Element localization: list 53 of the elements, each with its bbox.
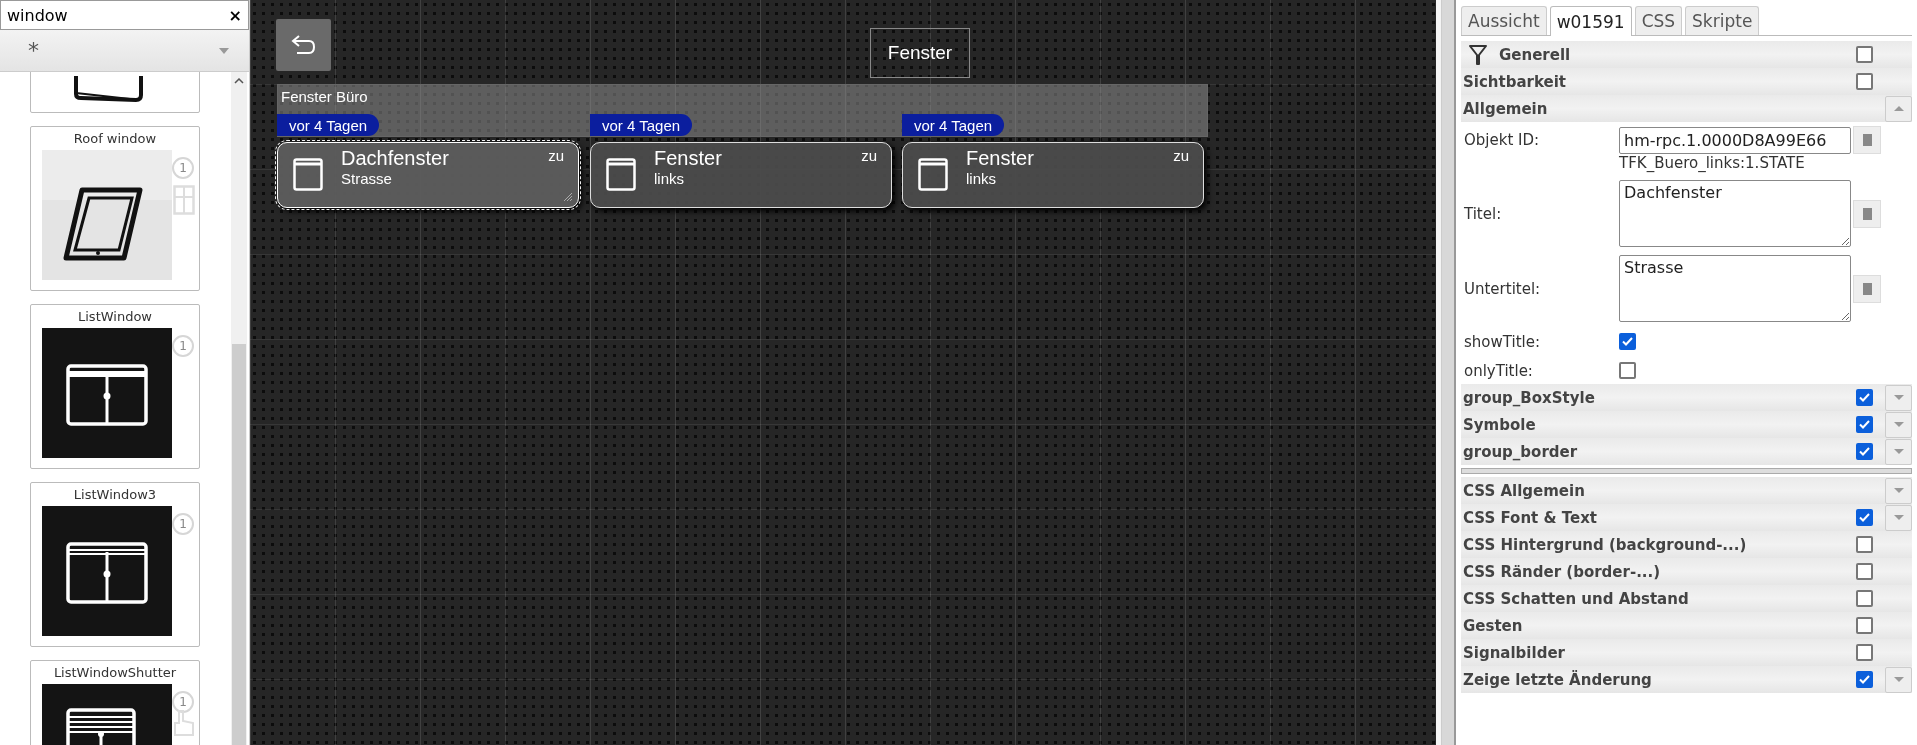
widget-name: ListWindow3 <box>72 487 158 502</box>
count-badge: 1 <box>172 157 194 179</box>
page-title: Fenster <box>870 28 970 78</box>
timestamp-badge: vor 4 Tagen <box>277 114 380 136</box>
field-label: Untertitel: <box>1463 279 1542 298</box>
window-tile[interactable]: Fenster links zu <box>902 142 1204 208</box>
tile-title: Fenster <box>654 147 722 170</box>
object-name: TFK_Buero_links:1.STATE <box>1619 154 1805 172</box>
field-label: showTitle: <box>1463 332 1541 351</box>
widget-card[interactable]: Roof window 1 <box>30 126 200 291</box>
tile-subtitle: links <box>966 170 996 187</box>
timestamp-badge: vor 4 Tagen <box>590 114 693 136</box>
tab[interactable]: Skripte <box>1685 6 1760 35</box>
widget-name: ListWindow <box>77 309 153 324</box>
timestamp-badge: vor 4 Tagen <box>902 114 1005 136</box>
widget-card[interactable]: ListWindowShutter 1 <box>30 660 200 745</box>
section-header[interactable]: Symbole <box>1463 415 1536 434</box>
section-header[interactable]: group_border <box>1463 442 1578 461</box>
section-header[interactable]: Sichtbarkeit <box>1463 72 1566 91</box>
group-title: Fenster Büro <box>281 88 368 105</box>
text-field[interactable]: Dachfenster <box>1619 180 1851 247</box>
state-text: zu <box>1173 147 1189 164</box>
section-header[interactable]: Generell <box>1499 45 1571 64</box>
section-header[interactable]: Gesten <box>1463 616 1523 635</box>
widget-name: Roof window <box>72 131 158 146</box>
tile-title: Dachfenster <box>341 147 449 170</box>
tab[interactable]: CSS <box>1634 6 1683 35</box>
count-badge: 1 <box>172 513 194 535</box>
count-badge: 1 <box>172 335 194 357</box>
state-text: zu <box>861 147 877 164</box>
section-header[interactable]: Signalbilder <box>1463 643 1565 662</box>
window-tile[interactable]: Fenster links zu <box>590 142 892 208</box>
widget-card[interactable]: ListWindow 1 <box>30 304 200 469</box>
state-text: zu <box>548 147 564 164</box>
field-label: Titel: <box>1463 204 1503 223</box>
tab[interactable]: Aussicht <box>1461 6 1547 35</box>
field-label: Objekt ID: <box>1463 131 1541 149</box>
object-id-field[interactable]: hm-rpc.1.0000D8A99E66 <box>1619 126 1851 154</box>
text-field[interactable]: Strasse <box>1619 255 1851 322</box>
window-tile[interactable]: Dachfenster Strasse zu <box>277 142 579 208</box>
widget-card[interactable]: ListWindow3 1 <box>30 482 200 647</box>
tile-title: Fenster <box>966 147 1034 170</box>
section-header[interactable]: CSS Allgemein <box>1463 481 1585 500</box>
filter-dropdown[interactable]: * <box>0 30 249 72</box>
field-label: onlyTitle: <box>1463 361 1534 380</box>
tile-subtitle: links <box>654 170 684 187</box>
search-field[interactable]: window × <box>0 0 249 30</box>
widget-name: ListWindowShutter <box>52 665 178 680</box>
section-header[interactable]: Allgemein <box>1463 99 1548 118</box>
tile-subtitle: Strasse <box>341 170 392 187</box>
count-badge: 1 <box>172 691 194 713</box>
clear-icon[interactable]: × <box>228 5 242 25</box>
tab[interactable]: w01591 <box>1549 6 1632 36</box>
